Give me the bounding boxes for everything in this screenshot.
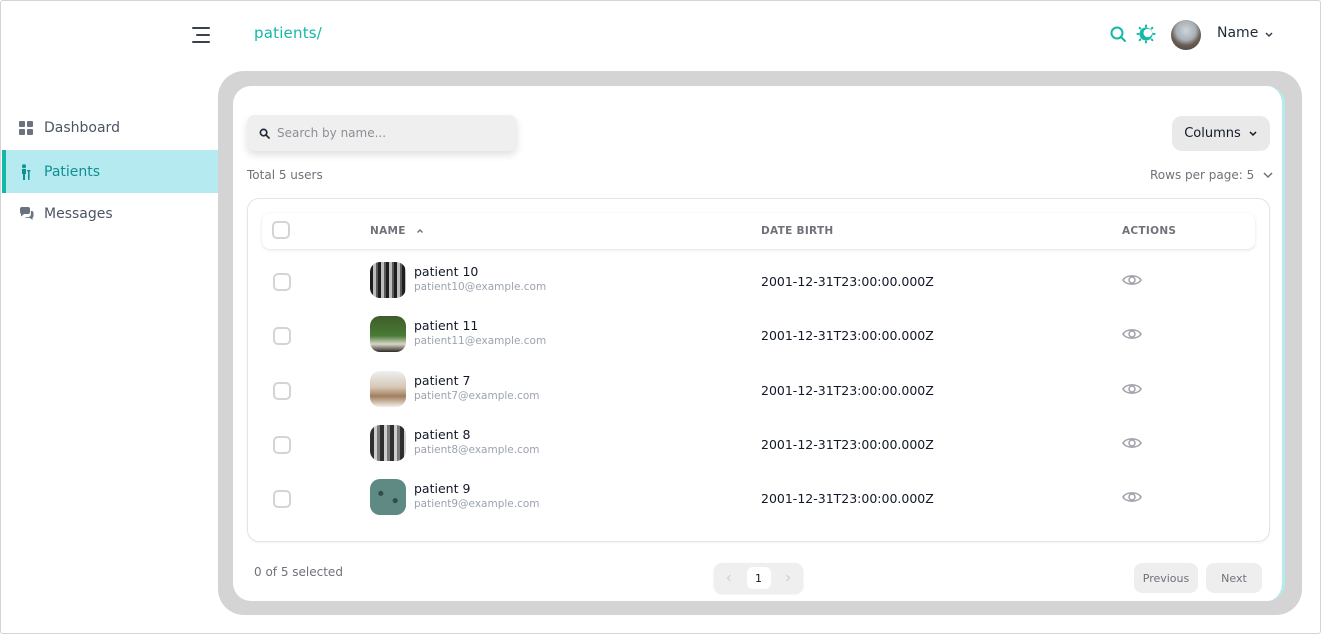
- patient-email: patient7@example.com: [414, 390, 540, 402]
- column-header-date-birth: DATE BIRTH: [761, 225, 834, 237]
- sidebar-item-label: Messages: [44, 205, 113, 222]
- row-checkbox[interactable]: [273, 490, 291, 508]
- table-row: patient 9 patient9@example.com 2001-12-3…: [262, 477, 1255, 531]
- previous-button[interactable]: Previous: [1134, 563, 1198, 593]
- patient-date-birth: 2001-12-31T23:00:00.000Z: [761, 383, 934, 398]
- breadcrumb[interactable]: patients/: [254, 24, 322, 42]
- patient-name: patient 9: [414, 481, 471, 496]
- chevron-down-icon: [1249, 130, 1257, 136]
- menu-toggle-button[interactable]: [190, 27, 210, 43]
- row-checkbox[interactable]: [273, 273, 291, 291]
- sidebar-item-patients[interactable]: Patients: [2, 150, 218, 193]
- patient-person-icon: [18, 163, 34, 180]
- patient-avatar: [370, 262, 406, 298]
- table-header: NAME DATE BIRTH ACTIONS: [262, 213, 1255, 249]
- patient-email: patient9@example.com: [414, 498, 540, 510]
- patient-name: patient 10: [414, 264, 479, 279]
- chevron-down-icon[interactable]: [1263, 30, 1275, 40]
- sidebar-item-messages[interactable]: Messages: [2, 192, 218, 235]
- row-checkbox[interactable]: [273, 436, 291, 454]
- sort-ascending-icon: [416, 229, 423, 233]
- row-checkbox[interactable]: [273, 382, 291, 400]
- patient-date-birth: 2001-12-31T23:00:00.000Z: [761, 274, 934, 289]
- table-row: patient 7 patient7@example.com 2001-12-3…: [262, 369, 1255, 423]
- patient-avatar: [370, 316, 406, 352]
- eye-icon[interactable]: [1122, 489, 1142, 505]
- columns-button-label: Columns: [1184, 126, 1241, 141]
- menu-icon-bar: [196, 34, 210, 36]
- patient-name: patient 8: [414, 427, 471, 442]
- theme-toggle-icon[interactable]: [1136, 24, 1156, 44]
- patient-date-birth: 2001-12-31T23:00:00.000Z: [761, 491, 934, 506]
- patient-name: patient 7: [414, 373, 471, 388]
- eye-icon[interactable]: [1122, 381, 1142, 397]
- rows-per-page-select[interactable]: Rows per page: 5: [1150, 168, 1274, 182]
- patient-email: patient11@example.com: [414, 335, 547, 347]
- patient-email: patient10@example.com: [414, 281, 547, 293]
- row-checkbox[interactable]: [273, 327, 291, 345]
- sidebar-item-label: Dashboard: [44, 119, 120, 136]
- dashboard-grid-icon: [18, 120, 34, 136]
- search-icon: [259, 128, 270, 139]
- search-field[interactable]: [247, 115, 517, 151]
- patient-avatar: [370, 425, 406, 461]
- selected-count: 0 of 5 selected: [254, 565, 343, 579]
- column-header-actions: ACTIONS: [1122, 225, 1177, 237]
- table-row: patient 8 patient8@example.com 2001-12-3…: [262, 423, 1255, 477]
- table-row: patient 10 patient10@example.com 2001-12…: [262, 260, 1255, 314]
- patient-date-birth: 2001-12-31T23:00:00.000Z: [761, 328, 934, 343]
- user-avatar[interactable]: [1171, 20, 1201, 50]
- select-all-checkbox[interactable]: [272, 221, 290, 239]
- eye-icon[interactable]: [1122, 435, 1142, 451]
- menu-icon-bar: [192, 41, 210, 43]
- eye-icon[interactable]: [1122, 272, 1142, 288]
- patient-name: patient 11: [414, 318, 479, 333]
- sidebar-item-dashboard[interactable]: Dashboard: [2, 106, 218, 149]
- next-button[interactable]: Next: [1206, 563, 1262, 593]
- chevron-right-icon[interactable]: [783, 573, 793, 583]
- user-name[interactable]: Name: [1217, 25, 1258, 41]
- page-number-button[interactable]: 1: [746, 567, 771, 589]
- patient-avatar: [370, 371, 406, 407]
- chevron-down-icon: [1263, 172, 1273, 179]
- menu-icon-bar: [192, 27, 210, 29]
- eye-icon[interactable]: [1122, 326, 1142, 342]
- table-row: patient 11 patient11@example.com 2001-12…: [262, 314, 1255, 368]
- patient-date-birth: 2001-12-31T23:00:00.000Z: [761, 437, 934, 452]
- rows-per-page-label: Rows per page: 5: [1150, 168, 1255, 182]
- patient-email: patient8@example.com: [414, 444, 540, 456]
- search-input[interactable]: [277, 126, 497, 140]
- total-users-count: Total 5 users: [247, 168, 323, 182]
- columns-button[interactable]: Columns: [1172, 116, 1270, 151]
- chevron-left-icon[interactable]: [724, 573, 734, 583]
- chat-bubbles-icon: [18, 206, 34, 222]
- search-icon[interactable]: [1108, 24, 1128, 44]
- sidebar-item-label: Patients: [44, 163, 101, 180]
- pagination: 1: [714, 563, 803, 593]
- patient-avatar: [370, 479, 406, 515]
- column-header-name[interactable]: NAME: [370, 225, 424, 237]
